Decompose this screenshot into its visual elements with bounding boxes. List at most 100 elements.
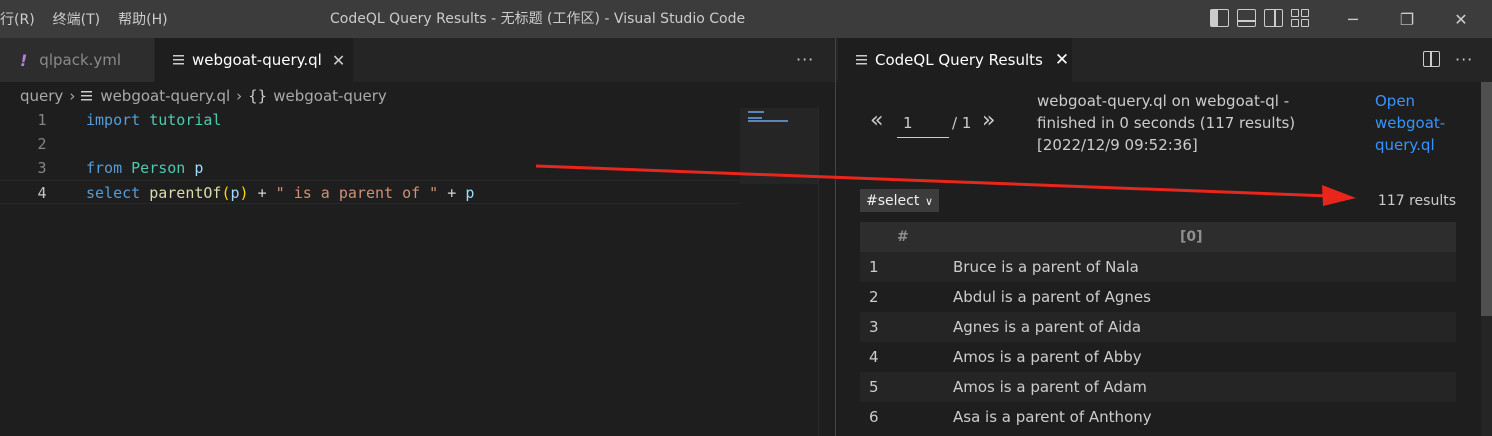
chevron-right-icon: › — [69, 87, 76, 105]
results-scrollbar[interactable] — [1481, 82, 1492, 436]
column-header-index[interactable]: # — [897, 229, 909, 245]
breadcrumb-file[interactable]: webgoat-query.ql — [100, 87, 230, 105]
code-token: import — [86, 111, 141, 129]
code-token: + — [438, 184, 466, 202]
breadcrumb-folder[interactable]: query — [20, 87, 63, 105]
line-number: 4 — [37, 184, 47, 202]
tab-qlpack[interactable]: ! qlpack.yml — [0, 38, 154, 82]
table-row[interactable]: 4 Amos is a parent of Abby — [860, 342, 1456, 372]
tab-label: qlpack.yml — [39, 51, 122, 69]
table-row[interactable]: 6 Asa is a parent of Anthony — [860, 402, 1456, 432]
close-icon[interactable]: ✕ — [332, 51, 345, 70]
code-text[interactable]: from Person p — [86, 156, 203, 180]
code-line[interactable]: 1 import tutorial — [0, 108, 740, 132]
table-row[interactable]: 1 Bruce is a parent of Nala — [860, 252, 1456, 282]
file-lines-icon — [856, 54, 867, 66]
menu-item-run[interactable]: 行(R) — [0, 9, 45, 29]
line-number: 1 — [37, 111, 47, 129]
code-token: p — [230, 184, 240, 202]
title-bar: 行(R) 终端(T) 帮助(H) CodeQL Query Results - … — [0, 0, 1492, 38]
table-row[interactable]: 5 Amos is a parent of Adam — [860, 372, 1456, 402]
results-tab-bar: CodeQL Query Results ✕ — [836, 38, 1492, 82]
menu-bar: 行(R) 终端(T) 帮助(H) — [0, 0, 186, 38]
row-index: 5 — [869, 378, 879, 396]
layout-controls — [1210, 9, 1310, 27]
page-number-input[interactable] — [897, 108, 949, 138]
code-token: from — [86, 159, 123, 177]
file-lines-icon — [81, 90, 93, 102]
result-count: 117 results — [1377, 193, 1456, 209]
code-line[interactable]: 3 from Person p — [0, 156, 740, 180]
page-total: / 1 — [952, 114, 972, 132]
row-value[interactable]: Amos is a parent of Abby — [953, 348, 1142, 366]
exclamation-icon: ! — [20, 50, 28, 70]
code-line[interactable]: 4 select parentOf(p) + " is a parent of "… — [0, 180, 740, 204]
code-token: Person — [131, 159, 186, 177]
editor-tab-bar: ! qlpack.yml webgoat-query.ql ✕ — [0, 38, 836, 82]
row-index: 4 — [869, 348, 879, 366]
code-editor[interactable]: 1 import tutorial 2 3 from Person p 4 select p… — [0, 108, 836, 436]
row-index: 3 — [869, 318, 879, 336]
breadcrumb: query › webgoat-query.ql › {} webgoat-qu… — [20, 84, 387, 108]
code-text[interactable]: import tutorial — [86, 108, 221, 132]
row-value[interactable]: Agnes is a parent of Aida — [953, 318, 1141, 336]
file-lines-icon — [173, 54, 184, 66]
column-header-0[interactable]: [0] — [1180, 229, 1203, 245]
code-token: select — [86, 184, 141, 202]
next-page-button[interactable]: » — [982, 108, 995, 133]
result-set-value: #select — [866, 193, 920, 209]
row-index: 1 — [869, 258, 879, 276]
row-value[interactable]: Asa is a parent of Anthony — [953, 408, 1152, 426]
menu-item-help[interactable]: 帮助(H) — [118, 9, 177, 29]
code-token: parentOf — [149, 184, 222, 202]
result-set-select[interactable]: #select ∨ — [860, 189, 939, 212]
table-row[interactable]: 2 Abdul is a parent of Agnes — [860, 282, 1456, 312]
row-value[interactable]: Amos is a parent of Adam — [953, 378, 1147, 396]
results-table: # [0] 1 Bruce is a parent of Nala 2 Abdul i… — [860, 222, 1456, 432]
code-token: p — [465, 184, 475, 202]
table-row[interactable]: 3 Agnes is a parent of Aida — [860, 312, 1456, 342]
row-value[interactable]: Abdul is a parent of Agnes — [953, 288, 1151, 306]
tab-webgoat-query[interactable]: webgoat-query.ql ✕ — [155, 38, 353, 82]
row-index: 2 — [869, 288, 879, 306]
symbol-module-icon: {} — [248, 87, 268, 105]
chevron-right-icon: › — [236, 87, 243, 105]
code-text[interactable]: select parentOf(p) + " is a parent of " … — [86, 181, 474, 205]
menu-item-terminal[interactable]: 终端(T) — [53, 9, 110, 29]
chevron-down-icon: ∨ — [924, 195, 933, 208]
tab-codeql-query-results[interactable]: CodeQL Query Results ✕ — [838, 38, 1072, 82]
split-editor-icon[interactable] — [1423, 51, 1440, 67]
code-token: ) — [239, 184, 249, 202]
query-info: webgoat-query.ql on webgoat-ql - finishe… — [1037, 92, 1296, 154]
code-token: p — [194, 159, 204, 177]
code-token: tutorial — [149, 111, 222, 129]
editor-scrollbar[interactable] — [818, 108, 835, 436]
table-header: # [0] — [860, 222, 1456, 252]
minimize-button[interactable]: ─ — [1330, 0, 1376, 38]
close-window-button[interactable]: ✕ — [1438, 0, 1484, 38]
minimap[interactable] — [740, 108, 818, 184]
previous-page-button[interactable]: « — [870, 108, 883, 133]
open-query-link[interactable]: Open webgoat-query.ql — [1375, 90, 1465, 156]
more-actions-icon[interactable]: ··· — [796, 38, 814, 82]
toggle-secondary-sidebar-icon[interactable] — [1264, 9, 1283, 27]
window-title: CodeQL Query Results - 无标题 (工作区) - Visua… — [330, 11, 746, 27]
code-token: " is a parent of " — [275, 184, 439, 202]
restore-button[interactable]: ❐ — [1384, 0, 1430, 38]
close-icon[interactable]: ✕ — [1055, 50, 1069, 70]
row-value[interactable]: Bruce is a parent of Nala — [953, 258, 1139, 276]
tab-label: webgoat-query.ql — [192, 51, 322, 69]
toggle-primary-sidebar-icon[interactable] — [1210, 9, 1229, 27]
more-actions-icon[interactable]: ··· — [1455, 38, 1473, 82]
code-line[interactable]: 2 — [0, 132, 740, 156]
line-number: 3 — [37, 159, 47, 177]
customize-layout-icon[interactable] — [1291, 9, 1310, 27]
breadcrumb-symbol[interactable]: webgoat-query — [273, 87, 387, 105]
scrollbar-thumb[interactable] — [1481, 82, 1492, 316]
tab-label: CodeQL Query Results — [875, 51, 1043, 69]
line-number: 2 — [37, 135, 47, 153]
toggle-panel-icon[interactable] — [1237, 9, 1256, 27]
